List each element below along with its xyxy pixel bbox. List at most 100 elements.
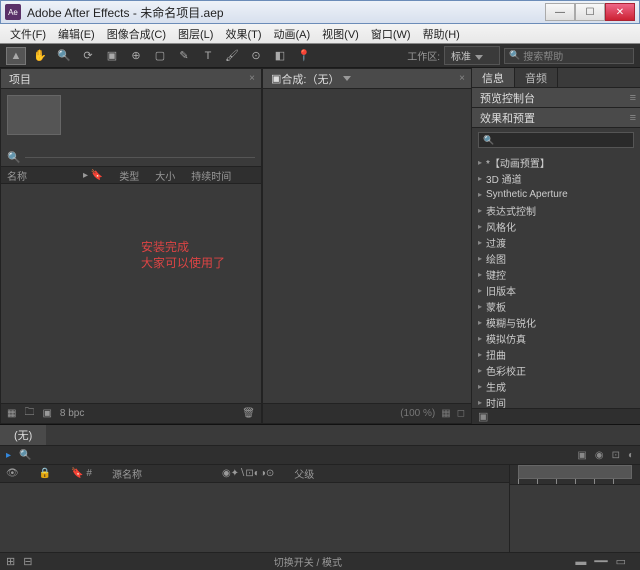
timeline-workarea[interactable] [518,465,632,479]
fx-category[interactable]: *【动画预置】 [472,154,640,170]
search-icon[interactable]: 🔍 [19,450,31,461]
apply-icon[interactable]: ▣ [478,410,488,423]
col-duration[interactable]: 持续时间 [191,168,231,183]
close-icon[interactable]: × [249,73,255,84]
expand-icon[interactable]: ⊞ [6,555,15,568]
interpret-icon[interactable]: ▦ [7,408,16,419]
tl-icon[interactable]: ◐ [628,450,634,461]
brush-tool[interactable]: 🖌 [222,47,242,65]
preview-panel-header[interactable]: 预览控制台≡ [472,88,640,108]
menu-file[interactable]: 文件(F) [4,26,52,42]
tl-icon[interactable]: ⊡ [612,450,620,461]
zoom-level[interactable]: (100 %) [400,408,435,419]
fx-category[interactable]: 表达式控制 [472,202,640,218]
project-thumbnail [7,95,61,135]
fx-category[interactable]: 绘图 [472,250,640,266]
menu-effect[interactable]: 效果(T) [219,26,267,42]
effects-panel-header[interactable]: 效果和预置≡ [472,108,640,128]
col-size[interactable]: 大小 [155,168,175,183]
right-panels: 信息 音频 预览控制台≡ 效果和预置≡ *【动画预置】 3D 通道 Synthe… [472,68,640,424]
fx-category[interactable]: 旧版本 [472,282,640,298]
graph-icon[interactable]: ⊟ [23,555,32,568]
composition-footer: (100 %) ▦ ◻ [263,403,471,423]
help-search[interactable]: 搜索帮助 [504,48,634,64]
close-button[interactable]: ✕ [605,3,635,21]
col-name[interactable]: 名称 [7,168,27,183]
eraser-tool[interactable]: ◧ [270,47,290,65]
fx-category[interactable]: 风格化 [472,218,640,234]
pen-tool[interactable]: ✎ [174,47,194,65]
fx-category[interactable]: 键控 [472,266,640,282]
lock-icon[interactable]: 🔒 [39,468,51,479]
tl-icon[interactable]: ◉ [595,450,604,461]
grid-icon[interactable]: ▦ [441,408,450,419]
fx-category[interactable]: 过渡 [472,234,640,250]
menu-help[interactable]: 帮助(H) [417,26,466,42]
fx-category[interactable]: 生成 [472,378,640,394]
close-icon[interactable]: × [459,73,465,84]
fx-category[interactable]: 蒙板 [472,298,640,314]
fx-category[interactable]: 模糊与锐化 [472,314,640,330]
col-type[interactable]: 类型 [119,168,139,183]
menu-edit[interactable]: 编辑(E) [52,26,101,42]
window-title: Adobe After Effects - 未命名项目.aep [27,4,545,21]
effects-search[interactable] [478,132,634,148]
audio-tab[interactable]: 音频 [515,68,558,87]
menu-window[interactable]: 窗口(W) [365,26,417,42]
menu-composition[interactable]: 图像合成(C) [101,26,172,42]
bpc-label[interactable]: 8 bpc [60,408,84,419]
zoom-out-icon[interactable]: ▬ [575,556,586,568]
panel-menu-icon[interactable]: ≡ [630,112,636,124]
tl-icon[interactable]: ▣ [577,450,586,461]
panel-menu-icon[interactable]: ≡ [630,92,636,104]
workspace-dropdown[interactable]: 标准 [444,46,500,65]
fx-category[interactable]: 时间 [472,394,640,408]
shape-tool[interactable]: ▢ [150,47,170,65]
selection-tool[interactable]: ▲ [6,47,26,65]
timecode[interactable]: ▸ [6,450,11,461]
effects-footer: ▣ [472,408,640,424]
fx-category[interactable]: 扭曲 [472,346,640,362]
menu-animation[interactable]: 动画(A) [268,26,317,42]
folder-icon[interactable]: 🗀 [24,405,34,422]
project-footer: ▦ 🗀 ▣ 8 bpc 🗑 [1,403,261,423]
mask-icon[interactable]: ◻ [457,408,465,419]
fx-category[interactable]: 3D 通道 [472,170,640,186]
toggle-switches-label[interactable]: 切换开关 / 模式 [40,554,575,569]
text-tool[interactable]: T [198,47,218,65]
menu-layer[interactable]: 图层(L) [172,26,219,42]
zoom-tool[interactable]: 🔍 [54,47,74,65]
timeline-footer: ⊞ ⊟ 切换开关 / 模式 ▬ ━━ ▭ [0,552,640,570]
menu-view[interactable]: 视图(V) [316,26,365,42]
col-parent[interactable]: 父级 [294,466,314,481]
project-search[interactable]: 🔍 [7,151,255,164]
eye-icon[interactable]: 👁 [6,468,19,479]
info-tab[interactable]: 信息 [472,68,515,87]
composition-panel: ▣ 合成:（无）× (100 %) ▦ ◻ [262,68,472,424]
col-source[interactable]: 源名称 [112,466,142,481]
new-comp-icon[interactable]: ▣ [42,408,51,419]
anchor-tool[interactable]: ⊕ [126,47,146,65]
hand-tool[interactable]: ✋ [30,47,50,65]
timeline-tab[interactable]: (无) [0,425,46,445]
stamp-tool[interactable]: ⊙ [246,47,266,65]
effects-list[interactable]: *【动画预置】 3D 通道 Synthetic Aperture 表达式控制 风… [472,152,640,408]
trash-icon[interactable]: 🗑 [242,408,255,419]
zoom-in-icon[interactable]: ▭ [616,555,626,568]
minimize-button[interactable]: — [545,3,575,21]
composition-tab[interactable]: ▣ 合成:（无）× [263,69,471,89]
app-icon: Ae [5,4,21,20]
camera-tool[interactable]: ▣ [102,47,122,65]
fx-category[interactable]: Synthetic Aperture [472,186,640,202]
rotate-tool[interactable]: ⟳ [78,47,98,65]
fx-category[interactable]: 色彩校正 [472,362,640,378]
pin-tool[interactable]: 📍 [294,47,314,65]
maximize-button[interactable]: ☐ [575,3,605,21]
project-list[interactable]: 安装完成大家可以使用了 [1,184,261,403]
zoom-slider[interactable]: ━━ [594,555,607,568]
timeline-headers: 👁 🔒 🔖 # 源名称 ◉✦∖⊡◐◑⊙ 父级 [0,465,509,483]
fx-category[interactable]: 模拟仿真 [472,330,640,346]
project-tab[interactable]: 项目× [1,69,261,89]
project-panel: 项目× 🔍 名称 ▸ 🔖 类型 大小 持续时间 安装完成大家可以使用了 ▦ 🗀 … [0,68,262,424]
composition-viewer[interactable] [263,89,471,403]
